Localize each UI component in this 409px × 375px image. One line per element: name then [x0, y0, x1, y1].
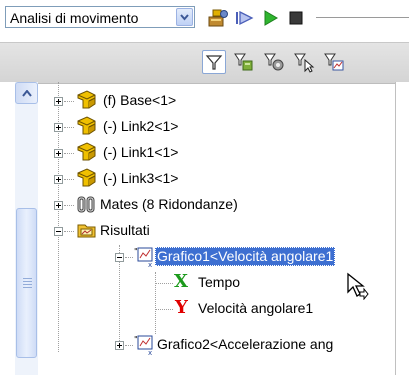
tree-item-label: Grafico1<Velocità angolare1 [155, 247, 336, 266]
thumb-grip [23, 284, 32, 285]
filter-driving-icon[interactable] [262, 50, 286, 74]
study-type-value: Analisi di movimento [10, 10, 139, 26]
mouse-cursor-icon [346, 272, 372, 303]
panel-edge [395, 82, 409, 375]
expand-icon[interactable] [54, 123, 63, 132]
motion-toolbar: Analisi di movimento [0, 0, 409, 42]
tree-item-label: Tempo [198, 274, 241, 290]
tree-item-link1[interactable]: (-) Link1<1> [38, 140, 398, 166]
graph-icon: " x [134, 246, 154, 271]
tree-item-link2[interactable]: (-) Link2<1> [38, 114, 398, 140]
tree-item-tempo[interactable]: X Tempo [38, 270, 398, 296]
study-type-select[interactable]: Analisi di movimento [5, 6, 195, 28]
expand-icon[interactable] [115, 341, 124, 350]
part-icon [75, 141, 99, 166]
tree-item-grafico2[interactable]: " x Grafico2<Accelerazione ang [38, 332, 395, 358]
thumb-grip [23, 281, 32, 282]
stop-icon[interactable] [285, 8, 307, 28]
svg-text:": " [134, 247, 138, 256]
filter-toolbar [0, 42, 409, 84]
expand-icon[interactable] [54, 149, 63, 158]
tree-item-label: (-) Link2<1> [103, 118, 179, 134]
graph-icon: " x [134, 334, 154, 359]
filter-results-icon[interactable] [322, 50, 346, 74]
y-axis-icon: Y [175, 297, 188, 318]
filter-animation-icon[interactable] [232, 50, 256, 74]
chevron-down-icon[interactable] [176, 8, 193, 26]
thumb-grip [23, 278, 32, 279]
timeline-slider-track[interactable] [316, 17, 409, 18]
part-icon [75, 115, 99, 140]
x-axis-icon: X [174, 271, 188, 292]
tree-item-grafico1[interactable]: " x Grafico1<Velocità angolare1 [38, 244, 395, 270]
tree-item-label: Grafico2<Accelerazione ang [157, 336, 334, 352]
scroll-thumb[interactable] [16, 208, 37, 358]
filter-icon[interactable] [202, 50, 226, 74]
svg-text:x: x [148, 261, 152, 268]
expand-icon[interactable] [54, 201, 63, 210]
part-icon [75, 167, 99, 192]
tree-item-label: Mates (8 Ridondanze) [100, 196, 238, 212]
left-margin [0, 82, 15, 375]
tree-item-base[interactable]: (f) Base<1> [38, 88, 398, 114]
svg-text:": " [134, 335, 138, 344]
tree-item-label: (f) Base<1> [103, 92, 177, 108]
collapse-icon[interactable] [115, 253, 124, 262]
tree-item-velocita-angolare1[interactable]: Y Velocità angolare1 [38, 296, 398, 322]
svg-text:x: x [148, 349, 152, 356]
results-folder-icon [76, 220, 98, 243]
scroll-up-button[interactable] [15, 82, 38, 104]
tree-item-mates[interactable]: Mates (8 Ridondanze) [38, 192, 398, 218]
tree-item-label: Velocità angolare1 [198, 300, 314, 316]
tree-item-label: (-) Link1<1> [103, 144, 179, 160]
calculate-icon[interactable] [207, 8, 229, 28]
collapse-icon[interactable] [54, 227, 63, 236]
filter-selected-icon[interactable] [292, 50, 316, 74]
tree-item-label: Risultati [100, 222, 150, 238]
play-icon[interactable] [259, 8, 281, 28]
tree-item-link3[interactable]: (-) Link3<1> [38, 166, 398, 192]
expand-icon[interactable] [54, 175, 63, 184]
mates-icon [76, 194, 98, 217]
tree-item-risultati[interactable]: Risultati [38, 218, 398, 244]
part-icon [75, 89, 99, 114]
tree-item-label: (-) Link3<1> [103, 170, 179, 186]
expand-icon[interactable] [54, 97, 63, 106]
vertical-scrollbar[interactable] [15, 82, 38, 375]
motion-manager-tree: (f) Base<1> (-) Link2<1> (-) Link1<1> (-… [38, 82, 409, 375]
play-from-start-icon[interactable] [233, 8, 255, 28]
thumb-grip [23, 287, 32, 288]
